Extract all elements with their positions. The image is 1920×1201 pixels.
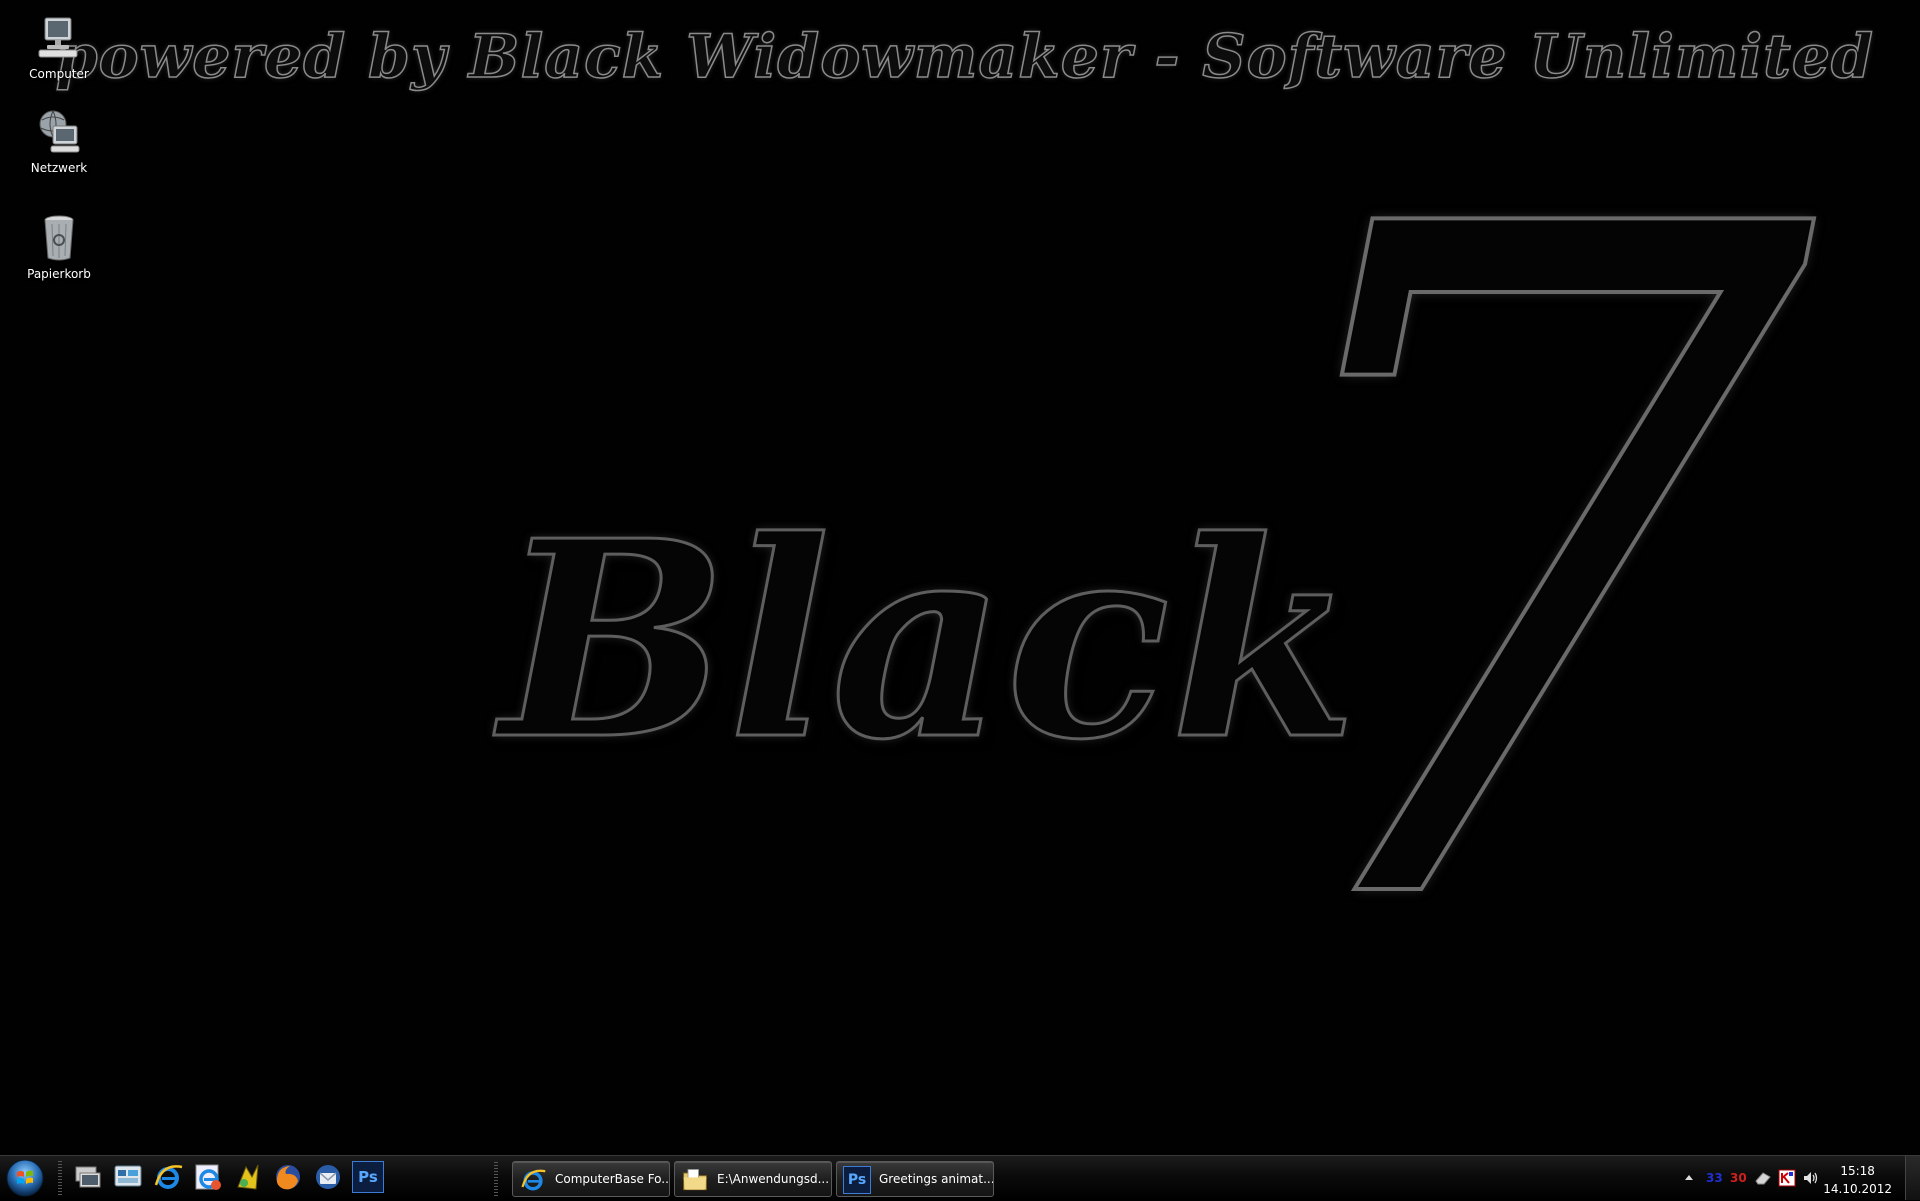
- clock-date: 14.10.2012: [1823, 1182, 1892, 1196]
- media-tool-icon[interactable]: [232, 1161, 264, 1193]
- taskbar-button-computerbase[interactable]: ComputerBase Fo...: [512, 1161, 670, 1197]
- internet-explorer-icon[interactable]: [152, 1161, 184, 1193]
- desktop-icon-recycle-bin[interactable]: Papierkorb: [14, 212, 104, 281]
- show-hidden-icons-icon[interactable]: [1684, 1173, 1694, 1183]
- network-icon: [39, 110, 80, 153]
- internet-explorer-icon: [521, 1169, 546, 1191]
- clock-time: 15:18: [1840, 1164, 1875, 1178]
- firefox-icon[interactable]: [272, 1161, 304, 1193]
- taskbar-button-explorer[interactable]: E:\Anwendungsd...: [674, 1161, 832, 1197]
- photoshop-icon: Ps: [843, 1166, 871, 1194]
- volume-icon[interactable]: [1802, 1169, 1820, 1187]
- desktop-icon-network[interactable]: Netzwerk: [14, 106, 104, 175]
- clock[interactable]: 15:18 14.10.2012: [1823, 1162, 1892, 1198]
- start-button[interactable]: [4, 1158, 46, 1198]
- keyboard-layout-icon[interactable]: [1778, 1169, 1796, 1187]
- thunderbird-icon[interactable]: [312, 1161, 344, 1193]
- desktop-icon-label: Computer: [29, 67, 89, 81]
- quick-launch-grip[interactable]: [58, 1161, 62, 1195]
- taskbar-button-label: ComputerBase Fo...: [555, 1172, 670, 1186]
- taskbar-button-label: Greetings animat...: [879, 1172, 994, 1186]
- desktop-icon-label: Papierkorb: [27, 267, 91, 281]
- taskbar: Ps ComputerBase Fo... E:\Anwendungsd... …: [0, 1155, 1920, 1200]
- eraser-icon[interactable]: [1754, 1169, 1772, 1187]
- internet-explorer-alt-icon[interactable]: [192, 1161, 224, 1193]
- tray-counter-blue[interactable]: 33: [1706, 1171, 1723, 1185]
- taskbar-button-photoshop[interactable]: Ps Greetings animat...: [836, 1161, 994, 1197]
- desktop-icon-label: Netzwerk: [30, 161, 88, 175]
- desktop-icon-computer[interactable]: Computer: [14, 12, 104, 81]
- desktop[interactable]: powered by Black Widowmaker - Software U…: [0, 0, 1920, 1155]
- taskbar-grip[interactable]: [494, 1162, 498, 1196]
- tray-counter-red[interactable]: 30: [1730, 1171, 1747, 1185]
- switch-windows-icon[interactable]: [112, 1161, 144, 1193]
- folder-icon: [683, 1169, 707, 1191]
- computer-icon: [38, 17, 78, 58]
- show-desktop-icon[interactable]: [72, 1161, 104, 1193]
- wallpaper-word: Black: [498, 481, 1358, 799]
- photoshop-icon[interactable]: Ps: [352, 1161, 384, 1193]
- wallpaper-number: 7: [1228, 35, 1817, 1106]
- recycle-bin-icon: [44, 215, 74, 261]
- taskbar-button-label: E:\Anwendungsd...: [717, 1172, 830, 1186]
- show-desktop-button[interactable]: [1905, 1156, 1920, 1200]
